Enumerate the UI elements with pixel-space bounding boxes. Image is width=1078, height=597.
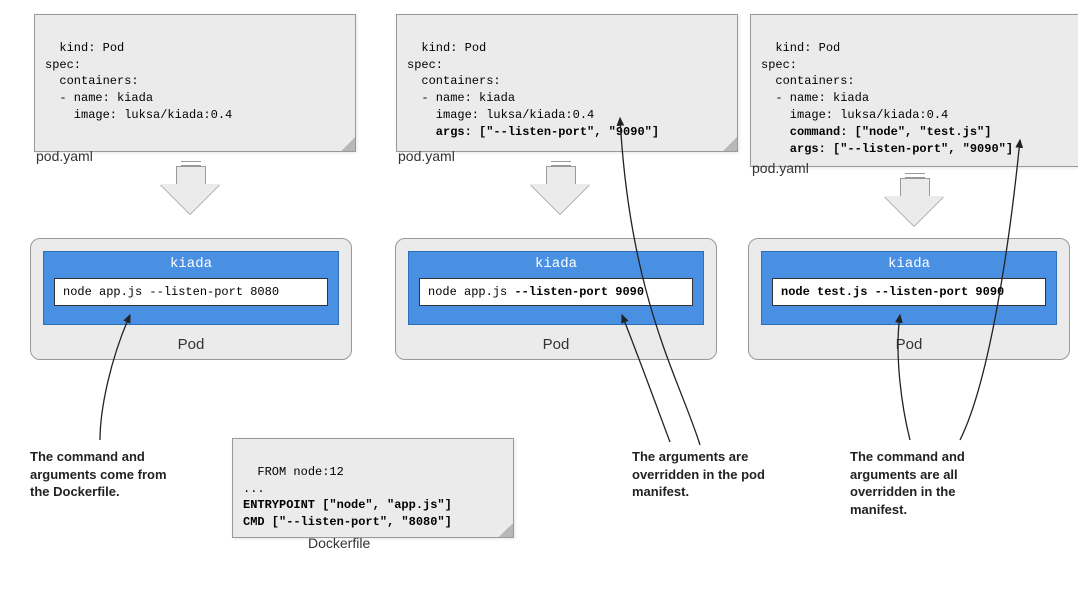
cmd-box-3: node test.js --listen-port 9090 xyxy=(772,278,1046,306)
container-box-1: kiada node app.js --listen-port 8080 xyxy=(43,251,339,325)
arrow3-body xyxy=(900,178,930,197)
dockerfile-label: Dockerfile xyxy=(308,535,370,551)
yaml-box-3: kind: Pod spec: containers: - name: kiad… xyxy=(750,14,1078,167)
caption-1: The command and arguments come from the … xyxy=(30,448,167,501)
yaml2-plain: kind: Pod spec: containers: - name: kiad… xyxy=(407,41,594,122)
cmd2-bold: --listen-port 9090 xyxy=(514,285,644,299)
dockerfile-text: FROM node:12 ... ENTRYPOINT ["node", "ap… xyxy=(243,465,452,529)
pod-box-3: kiada node test.js --listen-port 9090 Po… xyxy=(748,238,1070,360)
pod-box-2: kiada node app.js --listen-port 9090 Pod xyxy=(395,238,717,360)
yaml-box-1: kind: Pod spec: containers: - name: kiad… xyxy=(34,14,356,152)
yaml3-bold: command: ["node", "test.js"] args: ["--l… xyxy=(761,125,1013,156)
pod-box-1: kiada node app.js --listen-port 8080 Pod xyxy=(30,238,352,360)
arrow1-head xyxy=(160,184,220,214)
container-title-3: kiada xyxy=(762,252,1056,272)
container-title-2: kiada xyxy=(409,252,703,272)
caption-3: The command and arguments are all overri… xyxy=(850,448,965,518)
container-title-1: kiada xyxy=(44,252,338,272)
dockerfile-box: FROM node:12 ... ENTRYPOINT ["node", "ap… xyxy=(232,438,514,538)
file-label-3: pod.yaml xyxy=(752,160,809,176)
file-label-2: pod.yaml xyxy=(398,148,455,164)
arrow1-body xyxy=(176,166,206,185)
cmd-box-1: node app.js --listen-port 8080 xyxy=(54,278,328,306)
yaml2-bold: args: ["--listen-port", "9090"] xyxy=(407,125,659,139)
pod-label-2: Pod xyxy=(396,336,716,353)
pod-label-1: Pod xyxy=(31,336,351,353)
cmd-box-2: node app.js --listen-port 9090 xyxy=(419,278,693,306)
arrow3-head xyxy=(884,196,944,226)
pod-label-3: Pod xyxy=(749,336,1069,353)
cmd2-plain: node app.js xyxy=(428,285,514,299)
arrow2-head xyxy=(530,184,590,214)
container-box-3: kiada node test.js --listen-port 9090 xyxy=(761,251,1057,325)
yaml3-plain: kind: Pod spec: containers: - name: kiad… xyxy=(761,41,948,122)
caption-2: The arguments are overridden in the pod … xyxy=(632,448,765,501)
yaml1-text: kind: Pod spec: containers: - name: kiad… xyxy=(45,41,232,122)
arrow2-body xyxy=(546,166,576,185)
container-box-2: kiada node app.js --listen-port 9090 xyxy=(408,251,704,325)
file-label-1: pod.yaml xyxy=(36,148,93,164)
yaml-box-2: kind: Pod spec: containers: - name: kiad… xyxy=(396,14,738,152)
